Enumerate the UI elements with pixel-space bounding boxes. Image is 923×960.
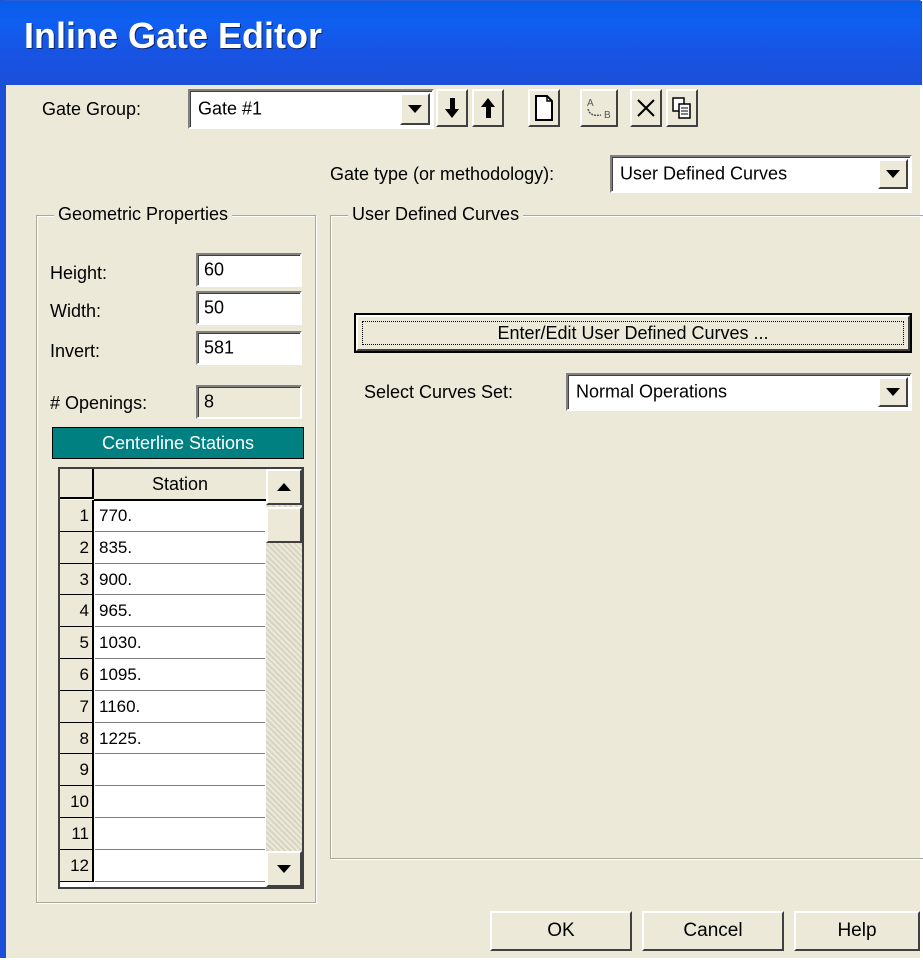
move-down-button[interactable] (436, 89, 468, 127)
stations-scrollbar[interactable] (266, 469, 302, 887)
chevron-up-icon (277, 483, 291, 491)
station-cell[interactable] (95, 754, 265, 787)
station-cell[interactable]: 900. (95, 564, 265, 596)
delete-button[interactable] (630, 89, 662, 127)
width-label: Width: (50, 301, 102, 321)
openings-label: # Openings: (50, 393, 148, 413)
height-label: Height: (50, 263, 108, 283)
centerline-stations-header: Centerline Stations (52, 427, 304, 459)
station-column-header: Station (94, 469, 266, 501)
station-cell[interactable]: 1160. (95, 691, 265, 723)
window-title: Inline Gate Editor (24, 15, 323, 56)
station-cell[interactable]: 1225. (95, 723, 265, 755)
copy-button[interactable] (666, 89, 698, 127)
row-number: 1 (60, 500, 94, 532)
geometric-properties-title: Geometric Properties (54, 204, 233, 225)
row-number: 3 (60, 563, 94, 596)
gate-type-dropdown-button[interactable] (878, 159, 908, 189)
gate-group-value: Gate #1 (198, 98, 263, 119)
station-cell[interactable]: 770. (95, 500, 265, 532)
copy-icon (672, 97, 691, 119)
openings-input: 8 (196, 385, 302, 419)
gate-group-label: Gate Group: (42, 99, 142, 119)
ok-button[interactable]: OK (490, 911, 632, 951)
width-input[interactable]: 50 (196, 291, 302, 325)
station-cell[interactable] (95, 786, 265, 818)
station-cell[interactable] (95, 818, 265, 850)
height-input[interactable]: 60 (196, 253, 302, 287)
svg-text:B: B (604, 110, 611, 121)
row-number: 4 (60, 595, 94, 628)
rename-icon: AB (587, 98, 611, 121)
edit-curves-label: Enter/Edit User Defined Curves ... (497, 322, 769, 343)
arrow-up-icon (481, 98, 495, 118)
chevron-down-icon (277, 865, 291, 873)
chevron-down-icon (886, 388, 900, 396)
invert-input[interactable]: 581 (196, 331, 302, 365)
station-cell[interactable]: 835. (95, 532, 265, 564)
title-bar: Inline Gate Editor (0, 1, 922, 85)
scroll-down-button[interactable] (266, 851, 302, 887)
new-button[interactable] (528, 89, 560, 127)
move-up-button[interactable] (472, 89, 504, 127)
gate-type-select[interactable]: User Defined Curves (610, 155, 912, 193)
svg-text:A: A (587, 98, 594, 109)
row-number: 7 (60, 690, 94, 723)
row-number: 5 (60, 627, 94, 659)
help-label: Help (837, 920, 877, 941)
scroll-thumb[interactable] (266, 507, 302, 543)
row-number: 8 (60, 722, 94, 755)
gate-group-dropdown-button[interactable] (400, 93, 430, 125)
chevron-down-icon (408, 105, 422, 113)
delete-icon (637, 99, 655, 117)
user-defined-curves-group (330, 215, 923, 859)
station-cell[interactable]: 965. (95, 595, 265, 628)
row-number: 9 (60, 754, 94, 787)
row-number: 10 (60, 786, 94, 818)
row-number: 12 (60, 849, 94, 882)
new-document-icon (535, 95, 553, 121)
edit-curves-button[interactable]: Enter/Edit User Defined Curves ... (354, 313, 912, 353)
cancel-button[interactable]: Cancel (642, 911, 784, 951)
curves-set-label: Select Curves Set: (364, 382, 514, 402)
stations-table[interactable]: Station 1 770. 2 835. 3 900. 4 965. 5 1030. 6 1095.… (58, 467, 304, 889)
invert-label: Invert: (50, 341, 101, 361)
invert-value: 581 (204, 337, 235, 358)
height-value: 60 (204, 259, 225, 280)
table-corner (60, 469, 94, 499)
station-cell[interactable] (95, 850, 265, 882)
arrow-down-icon (445, 98, 459, 118)
width-value: 50 (204, 297, 225, 318)
chevron-down-icon (886, 170, 900, 178)
row-number: 11 (60, 818, 94, 850)
user-defined-curves-title: User Defined Curves (348, 204, 524, 225)
gate-type-label: Gate type (or methodology): (330, 164, 555, 184)
row-number: 6 (60, 659, 94, 691)
gate-group-select[interactable]: Gate #1 (188, 89, 434, 129)
station-cell[interactable]: 1095. (95, 659, 265, 691)
curves-set-dropdown-button[interactable] (878, 377, 908, 407)
gate-type-value: User Defined Curves (620, 163, 788, 184)
row-number: 2 (60, 531, 94, 564)
curves-set-value: Normal Operations (576, 381, 728, 402)
ok-label: OK (547, 920, 575, 941)
curves-set-select[interactable]: Normal Operations (566, 373, 912, 411)
openings-value: 8 (204, 391, 215, 412)
scroll-up-button[interactable] (266, 469, 302, 505)
help-button[interactable]: Help (794, 911, 920, 951)
rename-button[interactable]: AB (580, 89, 618, 127)
station-cell[interactable]: 1030. (95, 627, 265, 659)
inline-gate-editor-window: Inline Gate Editor Gate Group: Gate #1 A… (0, 0, 923, 958)
cancel-label: Cancel (683, 920, 743, 941)
